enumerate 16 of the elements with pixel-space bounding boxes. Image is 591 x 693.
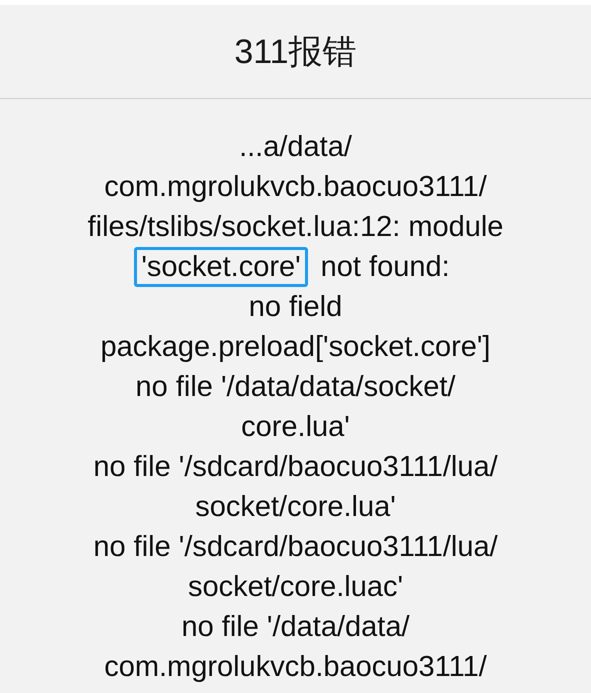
error-text: ...a/data/	[238, 130, 353, 165]
error-text: not found:	[320, 250, 451, 285]
error-text: files/tslibs/socket.lua:12: module	[86, 210, 504, 245]
error-text: com.mgrolukvcb.baocuo3111/	[103, 170, 488, 205]
error-text: no field	[248, 290, 344, 325]
error-text: socket/core.luac'	[186, 570, 404, 605]
error-text: no file '/sdcard/baocuo3111/lua/	[92, 450, 499, 485]
dialog-title: 311报错	[234, 32, 357, 72]
error-text: no file '/data/data/	[180, 610, 411, 645]
error-text: core.lua'	[240, 410, 351, 445]
highlighted-text: 'socket.core'	[134, 247, 308, 287]
error-text: package.preload['socket.core']	[100, 330, 492, 365]
error-text: no file '/sdcard/baocuo3111/lua/	[92, 530, 499, 565]
error-text: socket/core.lua'	[194, 490, 397, 525]
error-text: com.mgrolukvcb.baocuo3111/	[103, 650, 488, 685]
error-text: no file '/data/data/socket/	[134, 370, 456, 405]
